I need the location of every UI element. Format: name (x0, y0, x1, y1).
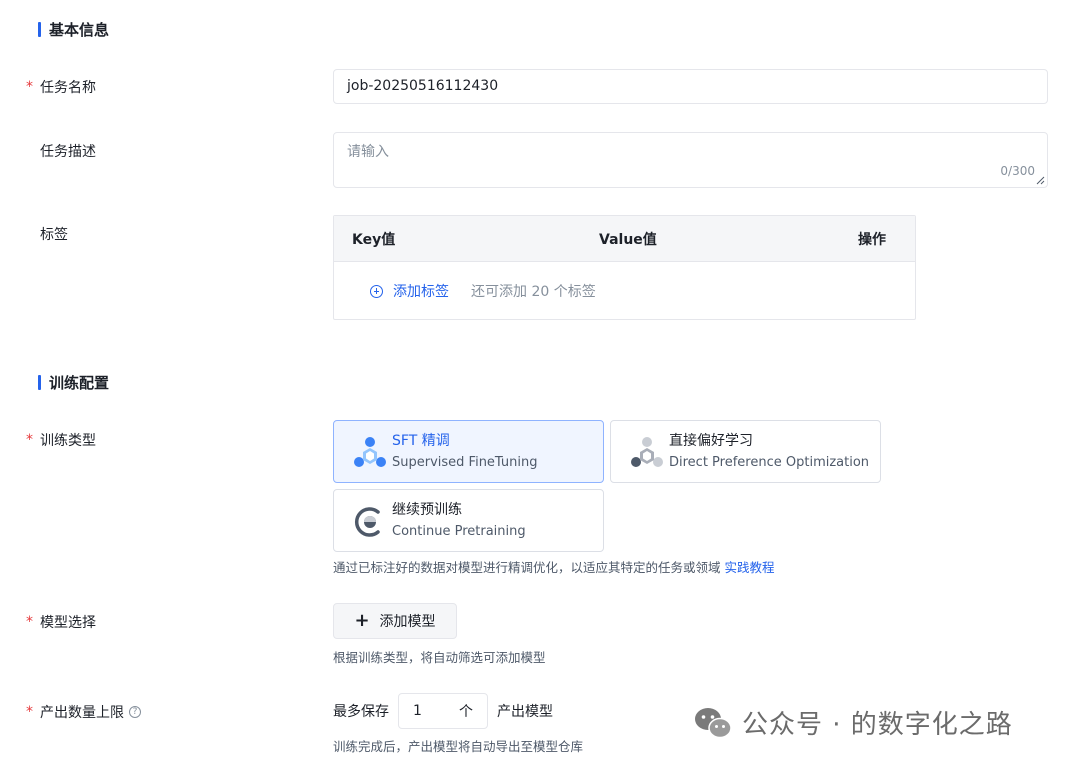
section-accent-bar (38, 22, 41, 37)
output-limit-row: 最多保存 1 个 产出模型 (333, 693, 553, 729)
task-desc-textarea[interactable]: 请输入 0/300 (333, 132, 1048, 188)
section-accent-bar (38, 375, 41, 390)
train-type-label: * 训练类型 (26, 432, 96, 449)
card-title: 直接偏好学习 (669, 433, 753, 449)
pretrain-icon (354, 507, 380, 537)
resize-handle-icon[interactable] (1036, 176, 1045, 185)
tags-table-body: 添加标签 还可添加 20 个标签 (334, 262, 915, 320)
train-type-option-sft[interactable]: SFT 精调 Supervised FineTuning (333, 420, 604, 483)
tags-label: 标签 (40, 227, 68, 243)
section-title-text: 基本信息 (49, 21, 110, 39)
help-icon[interactable]: ? (129, 706, 141, 718)
watermark-text: 公众号 · 的数字化之路 (742, 710, 1013, 740)
col-header-value: Value值 (599, 231, 657, 248)
plus-icon: + (354, 610, 370, 631)
section-title-basic-info: 基本信息 (38, 19, 109, 40)
add-tag-button[interactable]: 添加标签 (370, 281, 449, 301)
dpo-icon (631, 437, 663, 467)
card-subtitle: Continue Pretraining (392, 524, 526, 539)
output-count-input[interactable]: 1 个 (398, 693, 488, 729)
col-header-key: Key值 (352, 231, 396, 248)
required-mark: * (26, 432, 33, 448)
train-type-option-dpo[interactable]: 直接偏好学习 Direct Preference Optimization (610, 420, 881, 483)
card-subtitle: Direct Preference Optimization (669, 455, 870, 470)
output-suffix: 产出模型 (497, 704, 553, 720)
card-title: 继续预训练 (392, 502, 462, 518)
add-model-button[interactable]: + 添加模型 (333, 603, 457, 639)
train-type-option-pretrain[interactable]: 继续预训练 Continue Pretraining (333, 489, 604, 552)
required-mark: * (26, 79, 33, 95)
required-mark: * (26, 614, 33, 630)
tags-table-header: Key值 Value值 操作 (334, 216, 915, 262)
tag-remaining-hint: 还可添加 20 个标签 (471, 284, 596, 300)
wechat-icon (695, 707, 732, 738)
output-count-value: 1 (413, 703, 422, 719)
model-select-description: 根据训练类型，将自动筛选可添加模型 (333, 650, 546, 665)
practice-tutorial-link[interactable]: 实践教程 (725, 560, 775, 575)
watermark: 公众号 · 的数字化之路 (694, 704, 1013, 741)
output-count-unit: 个 (459, 704, 473, 720)
plus-circle-icon (370, 284, 383, 298)
output-prefix: 最多保存 (333, 704, 389, 720)
train-type-description: 通过已标注好的数据对模型进行精调优化，以适应其特定的任务或领域 实践教程 (333, 560, 775, 575)
task-name-label: * 任务名称 (26, 79, 96, 96)
task-desc-char-count: 0/300 (1000, 164, 1035, 178)
section-title-text: 训练配置 (49, 374, 110, 392)
output-limit-description: 训练完成后，产出模型将自动导出至模型仓库 (333, 739, 584, 754)
card-subtitle: Supervised FineTuning (392, 455, 538, 470)
model-select-label: * 模型选择 (26, 614, 96, 631)
task-name-input[interactable]: job-20250516112430 (333, 69, 1048, 104)
tags-table: Key值 Value值 操作 添加标签 还可添加 20 个标签 (333, 215, 916, 320)
task-desc-label: 任务描述 (40, 144, 96, 160)
col-header-operation: 操作 (858, 231, 886, 248)
sft-icon (354, 437, 386, 467)
section-title-training-config: 训练配置 (38, 372, 109, 393)
task-desc-placeholder: 请输入 (347, 144, 389, 160)
card-title: SFT 精调 (392, 433, 450, 449)
output-limit-label: * 产出数量上限 ? (26, 702, 141, 722)
required-mark: * (26, 704, 33, 720)
